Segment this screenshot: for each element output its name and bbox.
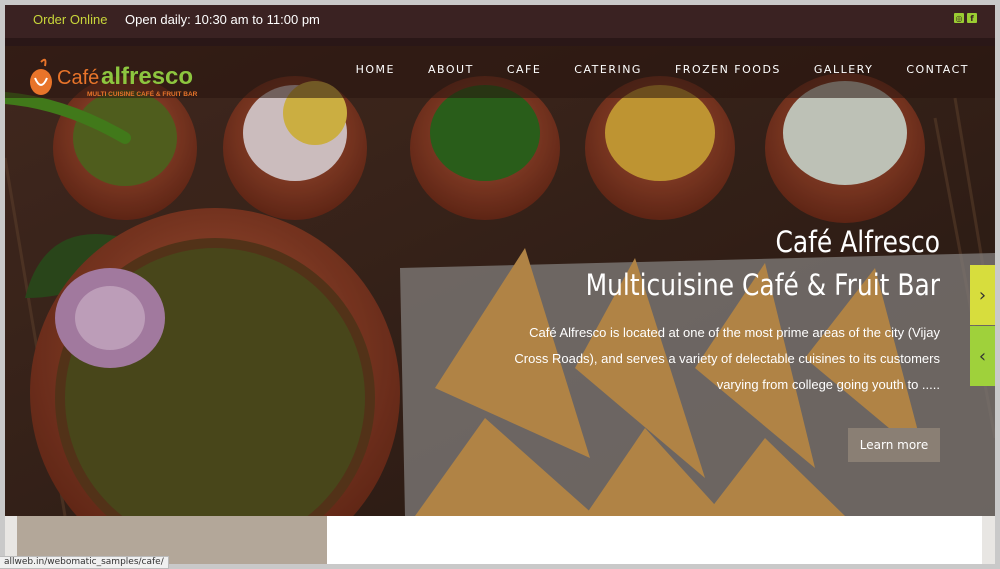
nav-about[interactable]: ABOUT bbox=[428, 63, 474, 76]
top-info-bar: Order Online Open daily: 10:30 am to 11:… bbox=[5, 5, 995, 38]
nav-home[interactable]: HOME bbox=[356, 63, 395, 76]
cafe-alfresco-logo[interactable]: Café alfresco MULTI CUISINE CAFÉ & FRUIT… bbox=[27, 56, 237, 100]
svg-text:alfresco: alfresco bbox=[101, 63, 193, 90]
nav-gallery[interactable]: GALLERY bbox=[814, 63, 873, 76]
nav-catering[interactable]: CATERING bbox=[574, 63, 642, 76]
chevron-left-icon: ‹ bbox=[978, 345, 987, 367]
slide-description: Café Alfresco is located at one of the m… bbox=[514, 325, 940, 392]
slider-prev-button[interactable]: ‹ bbox=[970, 326, 995, 386]
nav-frozen-foods[interactable]: FROZEN FOODS bbox=[675, 63, 781, 76]
svg-text:MULTI CUISINE CAFÉ & FRUIT BAR: MULTI CUISINE CAFÉ & FRUIT BAR bbox=[87, 89, 198, 98]
opening-hours: Open daily: 10:30 am to 11:00 pm bbox=[125, 12, 320, 27]
nav-contact[interactable]: CONTACT bbox=[906, 63, 969, 76]
slider-next-button[interactable]: › bbox=[970, 265, 995, 325]
section-text-panel bbox=[327, 516, 982, 564]
social-links: ◎ f bbox=[954, 13, 977, 23]
primary-nav: HOME ABOUT CAFE CATERING FROZEN FOODS GA… bbox=[356, 63, 969, 76]
chevron-right-icon: › bbox=[978, 284, 987, 306]
slide-subtitle: Multicuisine Café & Fruit Bar bbox=[585, 268, 940, 302]
svg-text:Café: Café bbox=[57, 67, 99, 89]
instagram-icon[interactable]: ◎ bbox=[954, 13, 964, 23]
main-navbar: Café alfresco MULTI CUISINE CAFÉ & FRUIT… bbox=[5, 38, 995, 98]
slide-title: Café Alfresco bbox=[775, 225, 940, 259]
learn-more-button[interactable]: Learn more bbox=[848, 428, 940, 462]
order-online-link[interactable]: Order Online bbox=[33, 12, 107, 27]
hero-slider: Café alfresco MULTI CUISINE CAFÉ & FRUIT… bbox=[5, 38, 995, 516]
browser-viewport: Order Online Open daily: 10:30 am to 11:… bbox=[5, 5, 995, 564]
slide-caption: Café Alfresco Multicuisine Café & Fruit … bbox=[500, 222, 940, 398]
browser-status-url: allweb.in/webomatic_samples/cafe/ bbox=[0, 556, 169, 569]
facebook-icon[interactable]: f bbox=[967, 13, 977, 23]
nav-cafe[interactable]: CAFE bbox=[507, 63, 541, 76]
